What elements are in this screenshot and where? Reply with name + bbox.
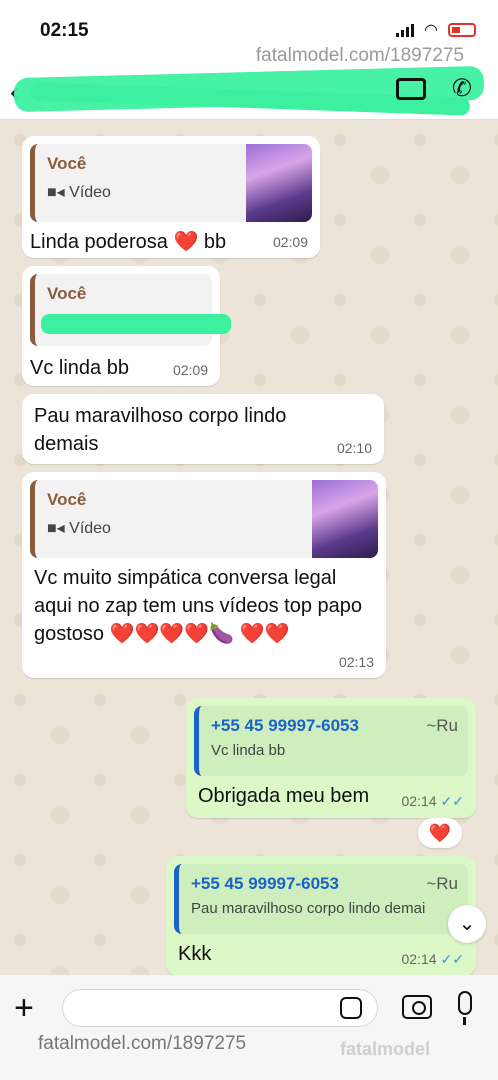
message-bubble[interactable]: Você ■◂ Vídeo Linda poderosa ❤️ bb 02:09 xyxy=(22,136,320,258)
reaction-badge[interactable]: ❤️ xyxy=(418,818,462,848)
read-ticks-icon: ✓✓ xyxy=(440,951,464,967)
message-bubble-outgoing[interactable]: +55 45 99997-6053 ~Ru Vc linda bb Obriga… xyxy=(186,698,476,818)
message-time: 02:13 xyxy=(338,654,374,670)
quote-author: +55 45 99997-6053 xyxy=(191,874,339,893)
quote-subtitle: Pau maravilhoso corpo lindo demai xyxy=(191,900,426,917)
brand-logo: fatalmodel xyxy=(340,1039,431,1059)
quote-author: Você xyxy=(47,490,87,509)
quote-tag: ~Ru xyxy=(426,716,458,735)
plus-icon[interactable]: + xyxy=(14,989,34,1028)
message-time: 02:14 ✓✓ xyxy=(401,793,464,809)
input-bar: + fatalmodel.com/1897275 fatalmodel xyxy=(0,975,498,1080)
message-bubble[interactable]: Você Vc linda bb 02:09 xyxy=(22,266,231,386)
message-time: 02:09 xyxy=(272,234,308,250)
video-call-icon[interactable] xyxy=(396,78,426,100)
message-bubble-outgoing[interactable]: +55 45 99997-6053 ~Ru Pau maravilhoso co… xyxy=(166,856,476,976)
quoted-message[interactable]: +55 45 99997-6053 ~Ru Pau maravilhoso co… xyxy=(174,864,468,934)
battery-icon xyxy=(448,23,476,37)
video-thumbnail[interactable] xyxy=(312,480,378,558)
camera-icon[interactable] xyxy=(402,995,432,1019)
scroll-down-button[interactable]: ⌄ xyxy=(448,905,486,943)
status-bar: 02:15 ◠ fatalmodel.com/1897275 xyxy=(0,0,498,66)
status-icons: ◠ xyxy=(396,20,476,40)
quoted-message[interactable]: +55 45 99997-6053 ~Ru Vc linda bb xyxy=(194,706,468,776)
clock: 02:15 xyxy=(40,20,89,41)
quoted-message[interactable]: Você ■◂ Vídeo xyxy=(30,144,312,222)
signal-icon xyxy=(396,23,415,37)
message-bubble[interactable]: Pau maravilhoso corpo lindo demais 02:10 xyxy=(22,394,384,464)
chat-header: ‹ ✆ xyxy=(0,62,498,120)
phone-icon[interactable]: ✆ xyxy=(452,74,472,103)
quote-subtitle: Vc linda bb xyxy=(211,742,286,759)
video-icon: ■◂ xyxy=(47,184,70,201)
quote-subtitle: ■◂ Vídeo xyxy=(47,184,111,201)
quote-tag: ~Ru xyxy=(426,874,458,893)
quote-author: Você xyxy=(47,154,87,173)
wifi-icon: ◠ xyxy=(424,22,438,39)
message-text: Vc muito simpática conversa legal aqui n… xyxy=(34,567,363,645)
sticker-icon[interactable] xyxy=(340,997,362,1019)
read-ticks-icon: ✓✓ xyxy=(440,793,464,809)
message-time: 02:10 xyxy=(336,440,372,456)
message-time: 02:09 xyxy=(172,362,208,378)
quote-subtitle: ■◂ Vídeo xyxy=(47,520,111,537)
watermark: fatalmodel.com/1897275 xyxy=(38,1033,247,1054)
quote-author: Você xyxy=(47,284,87,303)
video-thumbnail[interactable] xyxy=(246,144,312,222)
message-input[interactable] xyxy=(62,989,378,1027)
message-bubble[interactable]: Você ■◂ Vídeo Vc muito simpática convers… xyxy=(22,472,386,678)
quote-author: +55 45 99997-6053 xyxy=(211,716,359,735)
quoted-message[interactable]: Você xyxy=(30,274,231,346)
chevron-down-icon: ⌄ xyxy=(458,913,476,935)
message-text: Linda poderosa ❤️ bb xyxy=(30,231,227,253)
message-text: Pau maravilhoso corpo lindo demais xyxy=(34,405,287,455)
message-time: 02:14 ✓✓ xyxy=(401,951,464,967)
quoted-message[interactable]: Você ■◂ Vídeo xyxy=(30,480,378,558)
microphone-icon[interactable] xyxy=(458,991,472,1025)
message-list: Você ■◂ Vídeo Linda poderosa ❤️ bb 02:09… xyxy=(0,130,498,976)
redaction-scribble xyxy=(41,314,231,334)
video-icon: ■◂ xyxy=(47,520,70,537)
